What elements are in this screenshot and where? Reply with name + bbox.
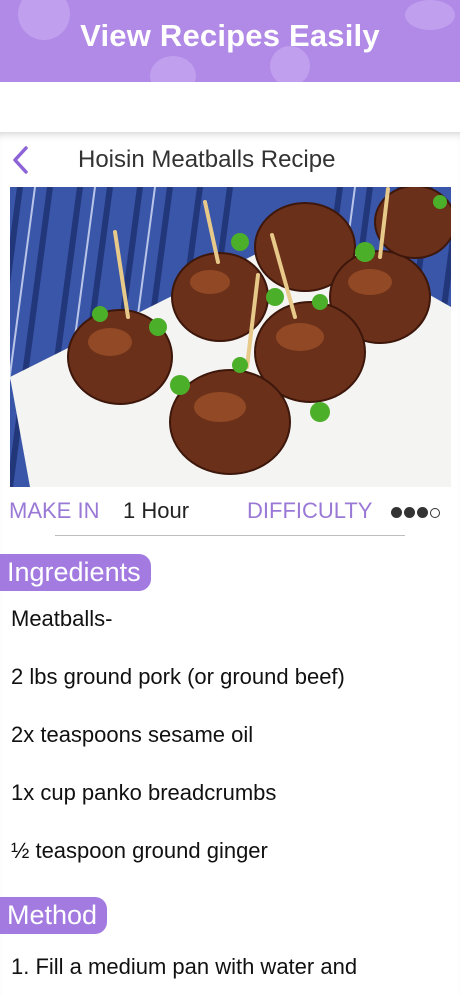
- promo-banner: View Recipes Easily: [0, 0, 460, 82]
- recipe-screen: Hoisin Meatballs Recipe MAKE IN 1 Hour D…: [0, 132, 460, 996]
- difficulty-dot-filled: [391, 507, 402, 518]
- recipe-title: Hoisin Meatballs Recipe: [78, 146, 336, 173]
- ingredient-item: 1x cup panko breadcrumbs: [11, 780, 277, 805]
- ingredient-item: Meatballs-: [11, 606, 113, 631]
- difficulty-rating: [391, 505, 442, 523]
- ingredient-item: 2x teaspoons sesame oil: [11, 722, 254, 747]
- difficulty-dot-filled: [404, 507, 415, 518]
- difficulty-label: DIFFICULTY: [247, 498, 373, 523]
- banner-title: View Recipes Easily: [80, 18, 380, 53]
- make-in-value: 1 Hour: [123, 498, 190, 523]
- ingredient-item: 2 lbs ground pork (or ground beef): [11, 664, 345, 689]
- method-heading: Method: [0, 897, 108, 934]
- recipe-meta: MAKE IN 1 Hour DIFFICULTY: [0, 498, 460, 528]
- method-step: 1. Fill a medium pan with water and: [11, 954, 358, 979]
- chevron-left-icon: [13, 146, 28, 174]
- back-button[interactable]: [8, 144, 34, 176]
- divider: [55, 535, 405, 536]
- difficulty-dot-filled: [417, 507, 428, 518]
- recipe-photo: [10, 187, 451, 487]
- ingredient-item: ½ teaspoon ground ginger: [11, 838, 268, 863]
- status-gap: [0, 82, 460, 132]
- ingredients-heading: Ingredients: [0, 554, 151, 591]
- difficulty-dot-empty: [430, 508, 440, 518]
- make-in-label: MAKE IN: [9, 498, 100, 523]
